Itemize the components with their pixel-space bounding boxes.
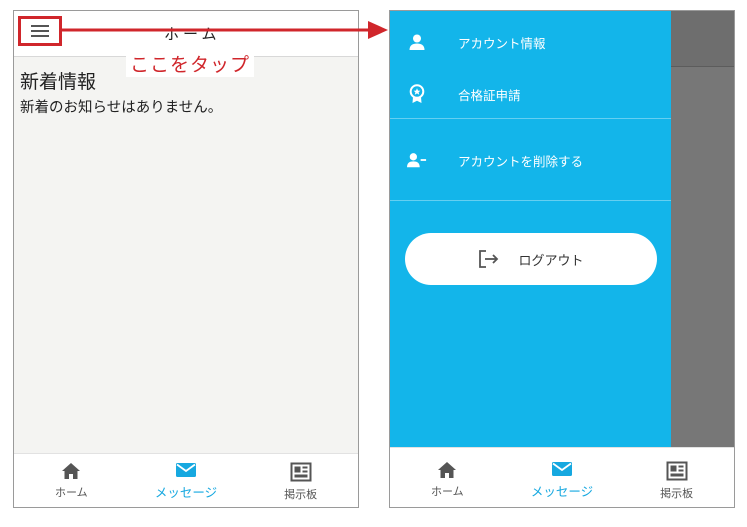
home-icon [62, 463, 81, 479]
tab-messages-label: メッセージ [154, 485, 218, 500]
tab-board[interactable]: 掲示板 [243, 454, 358, 507]
dimmed-header [671, 11, 734, 67]
menu-icon [31, 25, 49, 37]
tab-board[interactable]: 掲示板 [619, 448, 734, 507]
mail-icon [176, 463, 196, 477]
bottom-tab-bar: ホーム メッセージ 掲示板 [390, 447, 734, 507]
news-heading: 新着情報 [20, 71, 97, 93]
drawer-divider [390, 118, 671, 119]
home-icon [438, 462, 457, 478]
tap-arrow [60, 21, 388, 39]
award-ribbon-icon [407, 84, 427, 104]
tab-messages[interactable]: メッセージ [505, 448, 620, 507]
drawer-item-delete-account-label: アカウントを削除する [458, 153, 584, 169]
drawer-divider [390, 200, 671, 201]
person-icon [407, 32, 427, 52]
drawer-item-account-info[interactable]: アカウント情報 [390, 22, 671, 62]
drawer-item-certificate-application[interactable]: 合格証申請 [390, 74, 671, 114]
board-icon [290, 462, 312, 482]
tab-home-label: ホーム [55, 486, 88, 499]
home-screen: ホーム 新着情報 新着のお知らせはありません。 ホーム メッセージ 掲示板 [13, 10, 359, 508]
tap-here-annotation: ここをタップ [126, 50, 255, 77]
tab-board-label: 掲示板 [660, 487, 694, 500]
tab-messages-label: メッセージ [530, 484, 594, 499]
drawer-item-delete-account[interactable]: アカウントを削除する [390, 140, 671, 180]
tab-messages[interactable]: メッセージ [129, 454, 244, 507]
news-empty-message: 新着のお知らせはありません。 [20, 100, 223, 116]
hamburger-menu-button[interactable] [18, 16, 62, 46]
logout-button[interactable]: ログアウト [405, 233, 657, 285]
tab-home[interactable]: ホーム [390, 448, 505, 507]
tab-home-label: ホーム [431, 485, 464, 498]
mail-icon [552, 462, 572, 476]
tab-board-label: 掲示板 [284, 488, 318, 501]
drawer-item-certificate-application-label: 合格証申請 [458, 87, 521, 103]
logout-icon [479, 250, 499, 268]
tab-home[interactable]: ホーム [14, 454, 129, 507]
board-icon [666, 461, 688, 481]
navigation-drawer: アカウント情報 合格証申請 アカウントを削除する ログアウト [390, 11, 671, 447]
person-remove-icon [407, 150, 427, 170]
drawer-item-account-info-label: アカウント情報 [458, 35, 546, 51]
drawer-open-screen: アカウント情報 合格証申請 アカウントを削除する ログアウト ホーム メッセージ… [389, 10, 735, 508]
bottom-tab-bar: ホーム メッセージ 掲示板 [14, 453, 358, 507]
logout-label: ログアウト [518, 253, 584, 269]
